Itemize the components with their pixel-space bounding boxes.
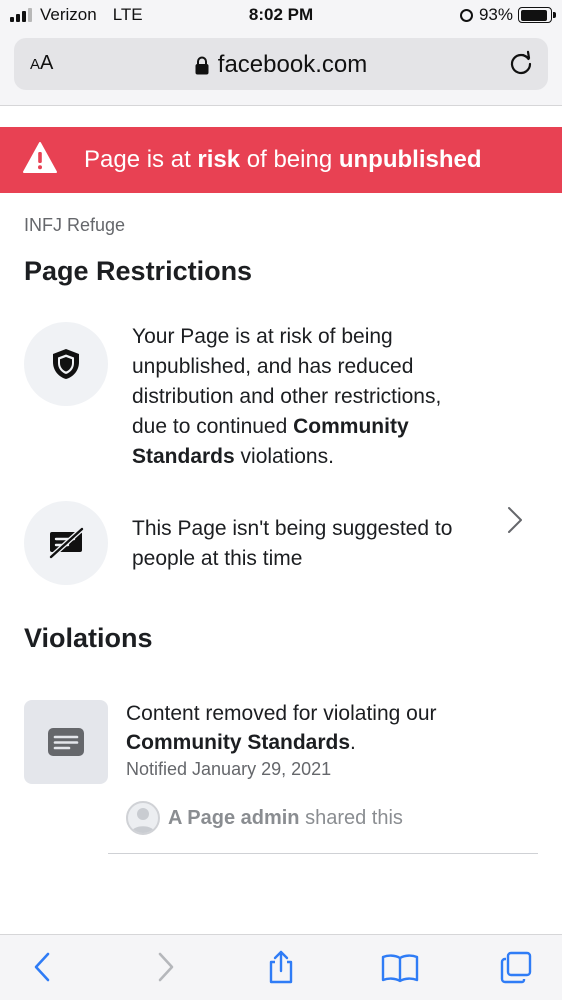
admin-shared-row: A Page admin shared this bbox=[126, 801, 403, 835]
restriction-line: Your Page is at risk of being bbox=[132, 325, 393, 348]
crossed-out-message-icon bbox=[48, 526, 85, 560]
restriction-line: unpublished, and has reduced bbox=[132, 355, 414, 378]
violation-date: Notified January 29, 2021 bbox=[126, 759, 332, 779]
period: . bbox=[350, 731, 356, 754]
restriction-icon-circle bbox=[24, 322, 108, 406]
share-icon[interactable] bbox=[263, 949, 299, 985]
bookmarks-icon[interactable] bbox=[380, 949, 420, 985]
browser-toolbar-bottom bbox=[0, 934, 562, 1000]
restriction-risk-description: Your Page is at risk of being unpublishe… bbox=[132, 322, 532, 472]
restriction-icon-circle bbox=[24, 501, 108, 585]
person-icon bbox=[131, 808, 155, 833]
url-display[interactable]: facebook.com bbox=[14, 51, 548, 79]
reload-icon[interactable] bbox=[508, 50, 534, 76]
community-standards-text: Community bbox=[293, 415, 409, 438]
shield-icon bbox=[53, 349, 79, 379]
tabs-icon[interactable] bbox=[498, 949, 534, 985]
restriction-line-text: due to continued bbox=[132, 415, 294, 438]
browser-toolbar-top: AA facebook.com bbox=[0, 32, 562, 106]
battery-icon bbox=[518, 7, 556, 23]
admin-shared-text: A Page admin shared this bbox=[168, 807, 403, 830]
violations-heading: Violations bbox=[24, 623, 153, 653]
restriction-line: people at this time bbox=[132, 547, 303, 570]
standards-text: Standards bbox=[132, 445, 235, 468]
avatar bbox=[126, 801, 160, 835]
message-icon bbox=[48, 728, 84, 756]
violation-thumbnail[interactable] bbox=[24, 700, 108, 784]
divider bbox=[108, 853, 538, 854]
violations-text: violations. bbox=[234, 445, 334, 468]
page-name: INFJ Refuge bbox=[24, 215, 126, 235]
restriction-not-suggested-text: This Page isn't being suggested to peopl… bbox=[132, 514, 502, 574]
status-bar: Verizon LTE 8:02 PM 93% bbox=[0, 0, 562, 32]
url-text: facebook.com bbox=[217, 51, 368, 78]
alarm-icon bbox=[459, 8, 473, 22]
banner-text-unpublished: unpublished bbox=[338, 146, 482, 173]
banner-message: Page is at risk of being unpublished bbox=[84, 146, 482, 174]
back-arrow-icon[interactable] bbox=[26, 949, 62, 985]
admin-name: A Page admin bbox=[168, 806, 300, 829]
community-standards-link[interactable]: Community Standards bbox=[126, 731, 350, 754]
chevron-right-icon[interactable] bbox=[506, 506, 524, 534]
warning-icon bbox=[23, 142, 57, 173]
violation-community-standards[interactable]: Community Standards. bbox=[126, 731, 356, 755]
unpublish-warning-banner: Page is at risk of being unpublished bbox=[0, 127, 562, 193]
address-bar[interactable]: AA facebook.com bbox=[14, 38, 548, 90]
lock-icon bbox=[195, 56, 209, 74]
forward-arrow-icon[interactable] bbox=[146, 949, 182, 985]
restriction-line: distribution and other restrictions, bbox=[132, 385, 442, 408]
banner-text-pre: Page is at bbox=[84, 146, 198, 173]
banner-text-mid: of being bbox=[240, 146, 339, 173]
restriction-line: This Page isn't being suggested to bbox=[132, 517, 453, 540]
restriction-line: Standards violations. bbox=[132, 442, 532, 472]
restriction-line: due to continued Community bbox=[132, 412, 532, 442]
battery-fill bbox=[520, 9, 548, 21]
battery-percent: 93% bbox=[478, 5, 513, 24]
status-right: 93% bbox=[459, 5, 556, 25]
shared-this-text: shared this bbox=[299, 806, 403, 829]
banner-text-risk: risk bbox=[197, 146, 241, 173]
page-restrictions-heading: Page Restrictions bbox=[24, 256, 253, 286]
violation-description: Content removed for violating our bbox=[126, 702, 437, 725]
